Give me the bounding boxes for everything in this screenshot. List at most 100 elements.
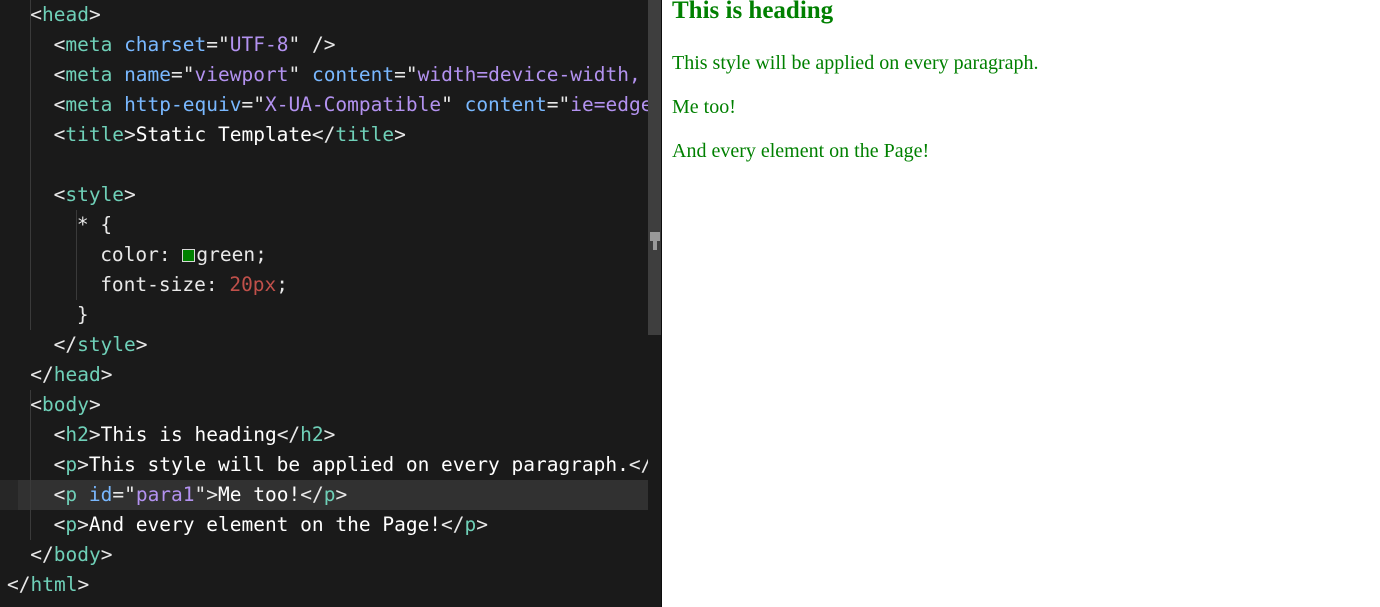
code-token: </	[300, 483, 324, 506]
code-line[interactable]: <p id="para1">Me too!</p>	[0, 480, 662, 510]
code-token: >	[206, 483, 219, 506]
code-token: >	[476, 513, 489, 536]
code-token: "	[441, 93, 453, 116]
code-token: =	[171, 63, 183, 86]
code-token: >	[89, 393, 101, 416]
scrollbar-overview-marker-stem-icon	[653, 238, 657, 250]
code-token: * {	[76, 213, 113, 236]
code-token: head	[53, 363, 101, 386]
code-line-text: <style>	[0, 180, 136, 210]
code-token: >	[323, 423, 336, 446]
code-token: meta	[65, 33, 113, 56]
code-token: </	[30, 363, 54, 386]
code-token: green;	[196, 243, 267, 266]
code-line-text: </head>	[0, 360, 112, 390]
code-token: Me too!	[218, 483, 301, 506]
code-line[interactable]: <head>	[0, 0, 662, 30]
code-line-text: <meta charset="UTF-8" />	[0, 30, 336, 60]
preview-document-body: This is heading This style will be appli…	[672, 0, 1372, 163]
code-token: 20px	[229, 273, 277, 296]
code-token: <	[30, 3, 43, 26]
code-token: >	[77, 453, 89, 476]
code-line-text: <head>	[0, 0, 100, 30]
code-line[interactable]	[0, 150, 662, 180]
code-token: title	[335, 123, 395, 146]
code-line-text: * {	[0, 210, 112, 240]
code-token: viewport	[194, 63, 289, 86]
color-swatch-icon[interactable]	[182, 249, 196, 262]
code-token: id	[88, 483, 113, 506]
code-line-text: font-size: 20px;	[0, 270, 288, 300]
code-line[interactable]: </style>	[0, 330, 662, 360]
code-token: "	[288, 33, 301, 56]
editor-vertical-scrollbar[interactable]	[648, 0, 662, 607]
code-token: =	[206, 33, 218, 56]
code-token: <	[53, 123, 66, 146]
code-token: "	[194, 483, 207, 506]
code-line[interactable]: font-size: 20px;	[0, 270, 662, 300]
code-token: />	[311, 33, 336, 56]
code-line[interactable]: }	[0, 300, 662, 330]
code-token: p	[65, 453, 78, 476]
code-token: "	[218, 33, 230, 56]
code-token: <	[53, 513, 66, 536]
code-token: name	[124, 63, 172, 86]
code-token: style	[77, 333, 136, 356]
code-line-text: }	[0, 300, 89, 330]
code-line[interactable]: <meta charset="UTF-8" />	[0, 30, 662, 60]
code-line-text: <body>	[0, 390, 101, 420]
split-view-root: <head> <meta charset="UTF-8" /> <meta name…	[0, 0, 1380, 607]
code-line[interactable]: color: green;	[0, 240, 662, 270]
code-line[interactable]: <meta http-equiv="X-UA-Compatible" conte…	[0, 90, 662, 120]
code-token: http-equiv	[124, 93, 242, 116]
code-token: >	[124, 183, 136, 206]
code-line[interactable]: <p>And every element on the Page!</p>	[0, 510, 662, 540]
code-token: p	[464, 513, 477, 536]
code-token: This is heading	[100, 423, 277, 446]
code-line[interactable]: <meta name="viewport" content="width=dev…	[0, 60, 662, 90]
code-line[interactable]: * {	[0, 210, 662, 240]
code-line[interactable]: <body>	[0, 390, 662, 420]
code-token: p	[323, 483, 336, 506]
code-line[interactable]: <title>Static Template</title>	[0, 120, 662, 150]
code-token: </	[276, 423, 301, 446]
code-lines-container[interactable]: <head> <meta charset="UTF-8" /> <meta name…	[0, 0, 662, 600]
code-token: html	[30, 573, 78, 596]
code-token: body	[53, 543, 101, 566]
code-token: X-UA-Compatible	[264, 93, 442, 116]
code-token: </	[441, 513, 465, 536]
code-line-text: <p>And every element on the Page!</p>	[0, 510, 488, 540]
code-line[interactable]: <h2>This is heading</h2>	[0, 420, 662, 450]
code-token: "	[124, 483, 136, 506]
pane-divider[interactable]	[661, 0, 662, 607]
code-token: =	[241, 93, 254, 116]
code-line[interactable]: </head>	[0, 360, 662, 390]
code-token: >	[77, 573, 90, 596]
code-line[interactable]: </html>	[0, 570, 662, 600]
code-token: h2	[300, 423, 324, 446]
code-line[interactable]: </body>	[0, 540, 662, 570]
code-token: >	[124, 123, 136, 146]
code-token: <	[53, 483, 66, 506]
code-line[interactable]: <p>This style will be applied on every p…	[0, 450, 662, 480]
code-token: meta	[65, 63, 113, 86]
code-token: </	[53, 333, 78, 356]
code-line[interactable]: <style>	[0, 180, 662, 210]
code-token: body	[42, 393, 90, 416]
code-token: "	[405, 63, 418, 86]
scrollbar-thumb[interactable]	[648, 0, 662, 335]
code-token: "	[558, 93, 571, 116]
code-token: color:	[100, 243, 183, 266]
preview-heading: This is heading	[672, 0, 834, 24]
code-token: p	[65, 513, 78, 536]
code-line-text: <h2>This is heading</h2>	[0, 420, 336, 450]
code-token: head	[42, 3, 90, 26]
code-line-text: <p>This style will be applied on every p…	[0, 450, 662, 480]
code-token: content	[464, 93, 547, 116]
code-token: >	[100, 543, 113, 566]
code-editor-pane[interactable]: <head> <meta charset="UTF-8" /> <meta name…	[0, 0, 662, 607]
code-token: This style will be applied on every para…	[88, 453, 629, 476]
code-line-text: <title>Static Template</title>	[0, 120, 406, 150]
browser-preview-pane[interactable]: This is heading This style will be appli…	[662, 0, 1380, 607]
